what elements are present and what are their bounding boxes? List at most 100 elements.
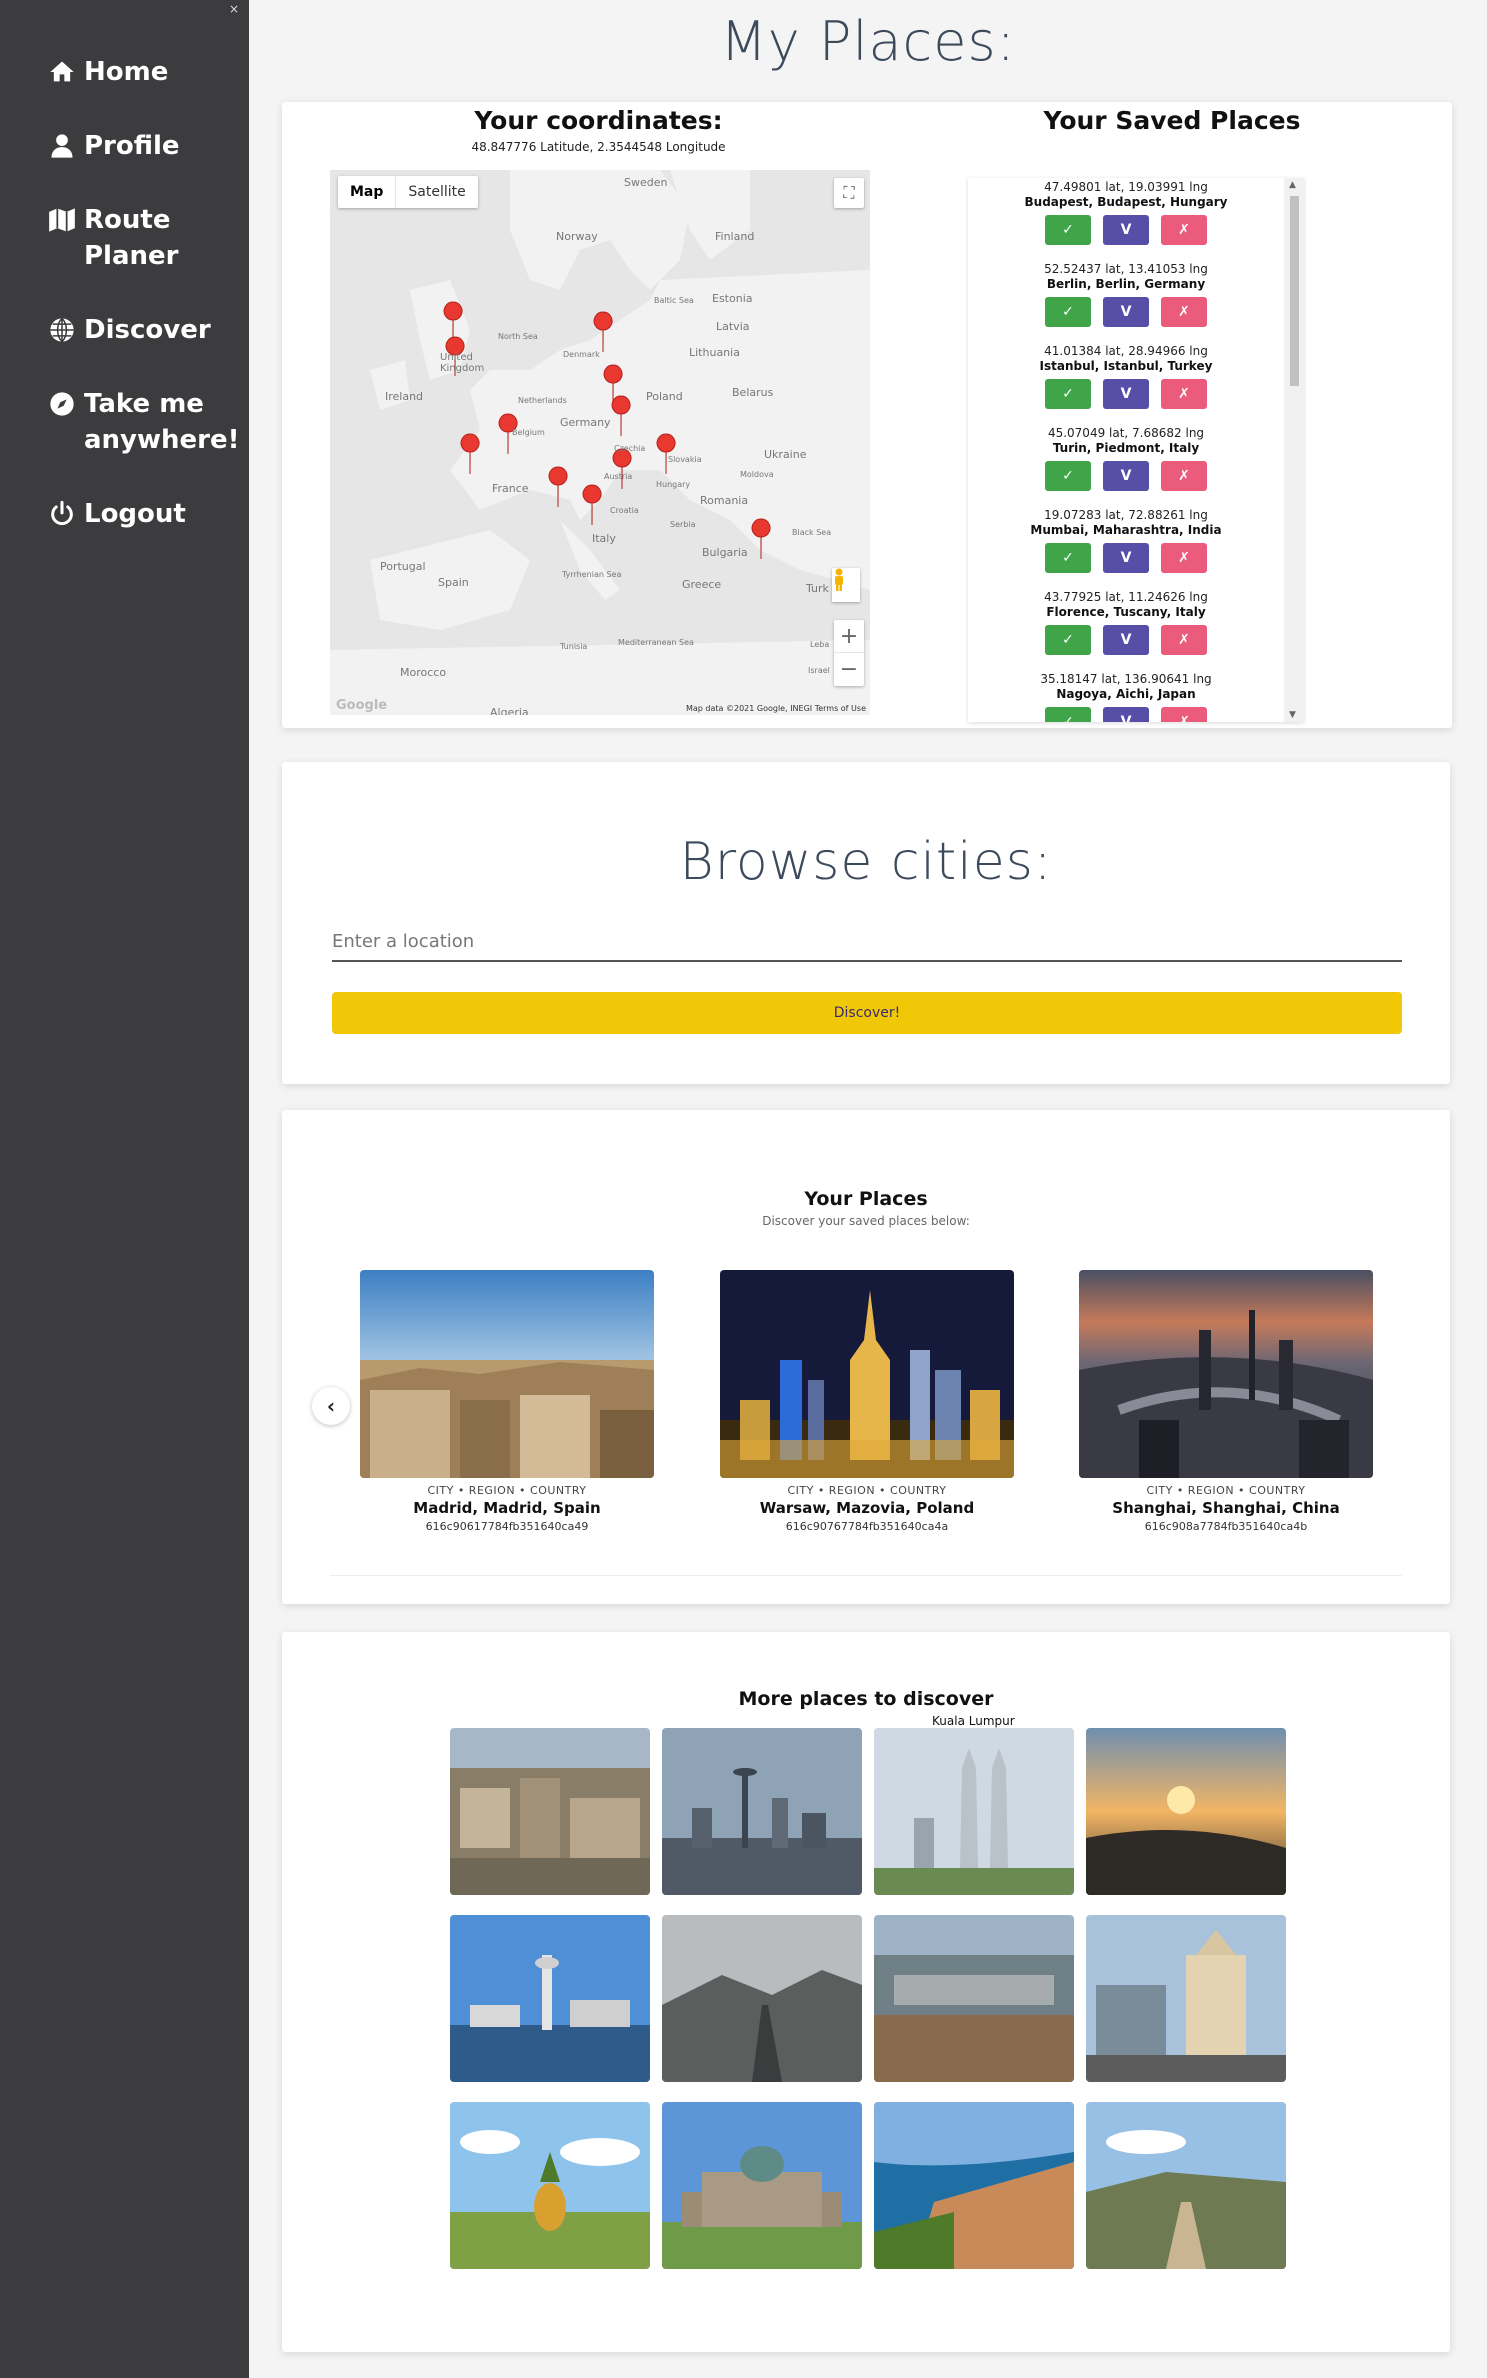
map-type-map-button[interactable]: Map: [338, 176, 397, 208]
place-tile[interactable]: [450, 2102, 650, 2269]
sidebar-item-profile[interactable]: Profile: [48, 128, 243, 164]
discover-button[interactable]: Discover!: [332, 992, 1402, 1034]
saved-place-actions: ✓ V ✗: [968, 461, 1284, 491]
sidebar-item-home[interactable]: Home: [48, 54, 243, 90]
carousel-slide[interactable]: CITY • REGION • COUNTRY Warsaw, Mazovia,…: [720, 1270, 1014, 1533]
street-view-pegman-icon[interactable]: [832, 568, 860, 602]
map-label: Moldova: [740, 470, 774, 479]
sidebar-item-label: Discover: [84, 315, 211, 345]
map-label: Leba: [810, 640, 830, 649]
select-place-button[interactable]: ✓: [1045, 297, 1091, 327]
sidebar-nav: Home Profile Route Planer Discover Take …: [48, 54, 243, 570]
delete-place-button[interactable]: ✗: [1161, 543, 1207, 573]
map-attribution[interactable]: Map data ©2021 Google, INEGI Terms of Us…: [686, 704, 866, 713]
saved-place-item: 47.49801 lat, 19.03991 lng Budapest, Buda…: [968, 178, 1284, 260]
map-label: Spain: [438, 576, 469, 589]
place-tile[interactable]: [450, 1728, 650, 1895]
sidebar-item-take-me-anywhere[interactable]: Take me anywhere!: [48, 386, 243, 458]
tile-caption: Kuala Lumpur: [932, 1714, 1015, 1728]
google-logo: Google: [336, 698, 388, 713]
place-tile[interactable]: [1086, 1915, 1286, 2082]
map-label: Bulgaria: [702, 546, 748, 559]
carousel-slide[interactable]: CITY • REGION • COUNTRY Shanghai, Shangh…: [1079, 1270, 1373, 1533]
sidebar-item-logout[interactable]: Logout: [48, 496, 243, 532]
map-view[interactable]: Sweden Finland Norway Estonia Baltic Sea…: [330, 170, 870, 715]
map-terrain: [330, 170, 870, 715]
place-tile[interactable]: [662, 2102, 862, 2269]
select-place-button[interactable]: ✓: [1045, 379, 1091, 409]
saved-place-name: Florence, Tuscany, Italy: [1046, 605, 1206, 619]
view-place-button[interactable]: V: [1103, 297, 1149, 327]
saved-place-name: Berlin, Berlin, Germany: [1046, 277, 1206, 291]
view-place-button[interactable]: V: [1103, 461, 1149, 491]
map-label: Belgium: [512, 428, 545, 437]
map-label: Ireland: [385, 390, 424, 403]
place-tile[interactable]: [662, 1915, 862, 2082]
city-photo-shanghai: [1079, 1270, 1373, 1478]
power-icon: [51, 500, 73, 526]
sidebar-item-route-planer[interactable]: Route Planer: [48, 202, 243, 274]
slide-id: 616c90617784fb351640ca49: [425, 1520, 589, 1533]
map-label: Belarus: [732, 386, 774, 399]
scroll-up-icon[interactable]: ▲: [1289, 180, 1296, 190]
select-place-button[interactable]: ✓: [1045, 461, 1091, 491]
view-place-button[interactable]: V: [1103, 625, 1149, 655]
map-label: France: [492, 482, 529, 495]
place-tile[interactable]: [1086, 1728, 1286, 1895]
home-icon: [50, 61, 74, 82]
map-label: Portugal: [380, 560, 426, 573]
sidebar-item-label: Home: [84, 57, 169, 87]
scroll-down-icon[interactable]: ▼: [1289, 710, 1296, 720]
slide-id: 616c90767784fb351640ca4a: [785, 1520, 949, 1533]
view-place-button[interactable]: V: [1103, 543, 1149, 573]
place-tile[interactable]: [874, 1915, 1074, 2082]
map-label: Ukraine: [764, 448, 807, 461]
map-label: Latvia: [716, 320, 750, 333]
scrollbar[interactable]: ▲ ▼: [1284, 178, 1304, 722]
delete-place-button[interactable]: ✗: [1161, 297, 1207, 327]
slide-name: Shanghai, Shanghai, China: [1112, 1499, 1340, 1517]
view-place-button[interactable]: V: [1103, 215, 1149, 245]
map-label: Netherlands: [518, 396, 567, 405]
fullscreen-icon[interactable]: ⛶: [834, 178, 864, 208]
view-place-button[interactable]: V: [1103, 707, 1149, 722]
page-title: My Places:: [720, 10, 1016, 73]
zoom-in-icon[interactable]: +: [834, 620, 864, 653]
view-place-button[interactable]: V: [1103, 379, 1149, 409]
delete-place-button[interactable]: ✗: [1161, 461, 1207, 491]
delete-place-button[interactable]: ✗: [1161, 215, 1207, 245]
select-place-button[interactable]: ✓: [1045, 707, 1091, 722]
place-tile[interactable]: [450, 1915, 650, 2082]
map-label: Slovakia: [668, 455, 702, 464]
select-place-button[interactable]: ✓: [1045, 625, 1091, 655]
saved-place-item: 45.07049 lat, 7.68682 lng Turin, Piedmont…: [968, 424, 1284, 506]
delete-place-button[interactable]: ✗: [1161, 625, 1207, 655]
select-place-button[interactable]: ✓: [1045, 215, 1091, 245]
map-label: Finland: [715, 230, 755, 243]
map-label: Tunisia: [560, 642, 588, 651]
saved-place-actions: ✓ V ✗: [968, 215, 1284, 245]
delete-place-button[interactable]: ✗: [1161, 707, 1207, 722]
delete-place-button[interactable]: ✗: [1161, 379, 1207, 409]
more-places-card: More places to discover Kuala Lumpur: [282, 1632, 1450, 2352]
place-tile[interactable]: [1086, 2102, 1286, 2269]
map-label: Turk: [806, 582, 829, 595]
sidebar-item-discover[interactable]: Discover: [48, 312, 243, 348]
saved-items-container: 47.49801 lat, 19.03991 lng Budapest, Buda…: [968, 178, 1304, 722]
your-places-card: Your Places Discover your saved places b…: [282, 1110, 1450, 1604]
carousel-slide[interactable]: CITY • REGION • COUNTRY Madrid, Madrid, …: [360, 1270, 654, 1533]
place-tile[interactable]: [874, 2102, 1074, 2269]
scrollbar-thumb[interactable]: [1290, 196, 1299, 386]
zoom-out-icon[interactable]: −: [834, 653, 864, 686]
map-label: Tyrrhenian Sea: [562, 570, 622, 579]
map-type-satellite-button[interactable]: Satellite: [396, 176, 477, 208]
place-tile[interactable]: [662, 1728, 862, 1895]
map-label: Germany: [560, 416, 611, 429]
saved-places-list[interactable]: 47.49801 lat, 19.03991 lng Budapest, Buda…: [968, 178, 1304, 722]
place-tile[interactable]: [874, 1728, 1074, 1895]
sidebar-close-icon[interactable]: ×: [229, 2, 239, 16]
saved-place-coords: 41.01384 lat, 28.94966 lng: [1044, 344, 1208, 358]
location-input[interactable]: [332, 922, 1402, 962]
carousel-prev-button[interactable]: ‹: [312, 1387, 350, 1425]
select-place-button[interactable]: ✓: [1045, 543, 1091, 573]
